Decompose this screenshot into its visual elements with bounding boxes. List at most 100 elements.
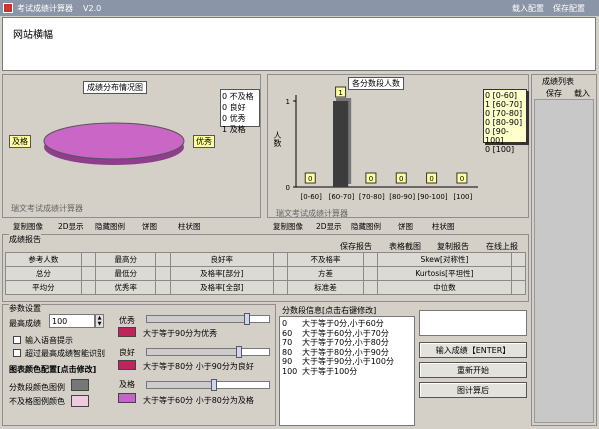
voice-label: 输入语音提示 (25, 336, 73, 345)
pie-2d-button[interactable]: 2D显示 (58, 221, 84, 232)
series-color-swatch[interactable] (71, 379, 89, 391)
bar-legend: 0 [0-60] 1 [60-70] 0 [70-80] 0 [80-90] 0… (483, 89, 527, 154)
voice-checkbox[interactable] (13, 336, 21, 344)
series-color-label: 分数段颜色图例 (9, 383, 65, 392)
segment-row[interactable]: 60 大于等于60分,小于70分 (282, 329, 394, 339)
report-cell (362, 252, 379, 267)
bar-2d-button[interactable]: 2D显示 (316, 221, 342, 232)
params-title: 参数设置 (9, 303, 41, 314)
pie-legend-item: 0 优秀 (222, 114, 246, 123)
bar-value-label: 1 (338, 89, 342, 97)
bar-copy-image-button[interactable]: 复制图像 (273, 221, 303, 232)
grade-color-swatch[interactable] (118, 393, 136, 403)
report-row: 平均分 优秀率 及格率[全部] 标准差 中位数 (5, 280, 527, 295)
params-panel: 参数设置 最高成绩 ▲▼ 输入语音提示 超过最高成绩智能识别 图表颜色配置[点击… (2, 303, 276, 426)
segment-row[interactable]: 0 大于等于0分,小于60分 (282, 319, 394, 329)
pie-footer: 瑞文考试成绩计算器 (11, 204, 83, 213)
grade-slider[interactable] (146, 379, 270, 391)
report-cell: 不及格率 (287, 252, 364, 267)
report-title: 成绩报告 (9, 234, 41, 245)
bar-value-label: 0 (460, 175, 464, 183)
segments-values: 0 大于等于0分,小于60分 60 大于等于60分,小于70分 70 大于等于70分,… (282, 319, 394, 376)
bar-category-label: [70-80] (359, 193, 385, 201)
bar-bar-button[interactable]: 柱状图 (432, 221, 455, 232)
grade-desc: 大于等于80分 小于90分为良好 (143, 362, 254, 371)
report-row: 总分 最低分 及格率[部分] 方差 Kurtosis[平坦性] (5, 266, 527, 281)
bar-category-label: [0-60] (300, 193, 322, 201)
grade-color-swatch[interactable] (118, 327, 136, 337)
report-cell (155, 266, 171, 281)
bar-hide-legend-button[interactable]: 隐藏图例 (351, 221, 381, 232)
fail-color-label: 不及格图例颜色 (9, 397, 65, 406)
pie-bar-button[interactable]: 柱状图 (178, 221, 201, 232)
report-cell: 良好率 (169, 252, 274, 267)
save-report-button[interactable]: 保存报告 (340, 241, 372, 252)
input-score-button[interactable]: 输入成绩【ENTER】 (419, 342, 527, 358)
bar-footer: 瑞文考试成绩计算器 (276, 209, 348, 218)
color-config-title[interactable]: 图表颜色配置[点击修改] (9, 364, 96, 375)
calc-button[interactable]: 图计算后 (419, 382, 527, 398)
pie-hide-legend-button[interactable]: 隐藏图例 (95, 221, 125, 232)
grade-slider[interactable] (146, 346, 270, 358)
segment-row[interactable]: 70 大于等于70分,小于80分 (282, 338, 394, 348)
report-cell (272, 280, 289, 295)
report-cell (362, 266, 379, 281)
bar-pie-button[interactable]: 饼图 (398, 221, 413, 232)
report-cell (272, 252, 289, 267)
bar-chart-panel: 各分数段人数 0 1 0 [0-60] 1 [60-70] 0 [70-80] 0 [80-90]… (267, 74, 529, 218)
bar-value-label: 0 (399, 175, 403, 183)
app-icon (3, 3, 13, 13)
report-table: 参考人数 最高分 良好率 不及格率 Skew[对称性] 总分 最低分 及格率[部… (5, 252, 527, 295)
bar-legend-item: 0 [70-80] (485, 109, 523, 118)
save-config-button[interactable]: 保存配置 (553, 3, 585, 14)
bar-legend-item: 1 [60-70] (485, 100, 523, 109)
pie-legend-item: 1 及格 (222, 125, 246, 134)
grade-name: 及格 (119, 380, 135, 389)
pie-legend-item: 0 不及格 (222, 92, 254, 101)
online-report-button[interactable]: 在线上报 (486, 241, 518, 252)
bar-y-tick-label: 0 (286, 184, 290, 192)
max-score-label: 最高成绩 (9, 319, 41, 328)
smart-checkbox[interactable] (13, 349, 21, 357)
pie-chart-panel: 成绩分布情况图 及格 优秀 0 不及格 0 良好 0 优秀 1 及格 瑞文考试成… (2, 74, 261, 218)
bar-ylabel: 人数 (273, 131, 282, 147)
restart-button[interactable]: 重新开始 (419, 362, 527, 378)
score-list-load[interactable]: 载入 (574, 88, 590, 99)
grade-slider[interactable] (146, 313, 270, 325)
report-panel: 成绩报告 保存报告 表格截图 复制报告 在线上报 参考人数 最高分 良好率 不及… (2, 234, 529, 302)
segment-row[interactable]: 100 大于等于100分 (282, 367, 394, 377)
report-cell (272, 266, 289, 281)
pie-legend-item: 0 良好 (222, 103, 246, 112)
report-row: 参考人数 最高分 良好率 不及格率 Skew[对称性] (5, 252, 527, 267)
bar-value-label: 0 (308, 175, 312, 183)
report-cell: 最低分 (95, 266, 157, 281)
grade-color-swatch[interactable] (118, 360, 136, 370)
segments-list[interactable]: 0 大于等于0分,小于60分 60 大于等于60分,小于70分 70 大于等于70分,… (279, 316, 415, 426)
segment-row[interactable]: 80 大于等于80分,小于90分 (282, 348, 394, 358)
report-cell: 平均分 (5, 280, 82, 295)
pie-copy-image-button[interactable]: 复制图像 (13, 221, 43, 232)
load-config-button[interactable]: 载入配置 (512, 3, 544, 14)
report-cell (362, 280, 379, 295)
report-cell: Skew[对称性] (377, 252, 512, 267)
report-cell (510, 266, 527, 281)
pie-right-label: 优秀 (193, 135, 215, 148)
score-list-save[interactable]: 保存 (546, 88, 562, 99)
report-cell (155, 280, 171, 295)
score-list[interactable] (534, 99, 594, 423)
pie-legend: 0 不及格 0 良好 0 优秀 1 及格 (220, 89, 260, 134)
max-score-input[interactable] (49, 314, 95, 328)
copy-report-button[interactable]: 复制报告 (437, 241, 469, 252)
fail-color-swatch[interactable] (71, 395, 89, 407)
report-cell: 优秀率 (95, 280, 157, 295)
grade-name: 优秀 (119, 316, 135, 325)
segment-row[interactable]: 90 大于等于90分,小于100分 (282, 357, 394, 367)
grade-desc: 大于等于90分为优秀 (143, 329, 218, 338)
grade-name: 良好 (119, 348, 135, 357)
report-cell: 最高分 (95, 252, 157, 267)
table-screenshot-button[interactable]: 表格截图 (389, 241, 421, 252)
pie-pie-button[interactable]: 饼图 (142, 221, 157, 232)
bar-value-label: 0 (369, 175, 373, 183)
score-entry-field[interactable] (419, 310, 527, 336)
max-score-stepper[interactable]: ▲ ▼ (95, 314, 104, 328)
